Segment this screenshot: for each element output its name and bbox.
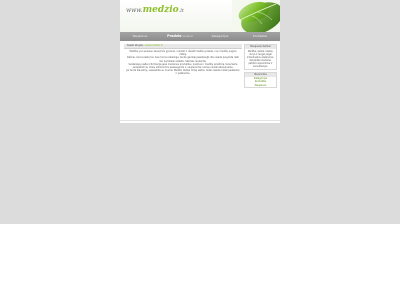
sidebar-box-text: Medžiai, baldai, laiptai, durys ir langa…: [246, 50, 275, 68]
leaf-icon: [232, 0, 280, 32]
main-content: Sveiki atvyke i www.medzio.lt Medžiai yr…: [124, 44, 242, 118]
nav-item-categories[interactable]: Kategorijos: [200, 32, 240, 41]
leaf-image: [232, 0, 280, 32]
nav-item-label: Kategorijos: [211, 34, 229, 38]
nav-item-label: Naujienos: [132, 34, 148, 38]
logo-tld: .lt: [178, 8, 184, 14]
heading-highlight: i www.medzio.lt: [143, 44, 163, 47]
sidebar-box-works: Naujausi darbai Medžiai, baldai, laiptai…: [244, 44, 277, 70]
nav-item-home[interactable]: PradziaSvetaine: [160, 32, 200, 41]
paragraph: Jei turite klausimų, susisiekite su mumi…: [126, 69, 240, 76]
content-body: Medžiai yra seniausi sausumos gyvūnai, n…: [124, 49, 242, 101]
logo-brand: medzio: [142, 5, 179, 15]
heading-text: Sveiki atvyke: [127, 44, 143, 47]
sidebar-link[interactable]: Naujienos: [245, 84, 276, 87]
site-logo[interactable]: www.medzio.lt: [126, 5, 184, 15]
site-header: www.medzio.lt: [120, 0, 280, 32]
sidebar: Naujausi darbai Medžiai, baldai, laiptai…: [244, 44, 277, 118]
sidebar-box-links: Nuorodos Kategorijos Kontaktai Naujienos: [244, 72, 277, 89]
nav-item-sub: Svetaine: [182, 35, 193, 38]
main-nav: Naujienos PradziaSvetaine Kategorijos Ko…: [120, 32, 280, 41]
nav-item-contacts[interactable]: Kontaktai: [240, 32, 280, 41]
nav-item-label: Kontaktai: [252, 34, 268, 38]
page-container: www.medzio.lt Naujienos PradziaSvetaine …: [120, 0, 280, 123]
nav-item-label: Pradzia: [167, 34, 182, 38]
footer-divider: [120, 120, 280, 121]
logo-prefix: www.: [126, 7, 143, 14]
nav-item-news[interactable]: Naujienos: [120, 32, 160, 41]
